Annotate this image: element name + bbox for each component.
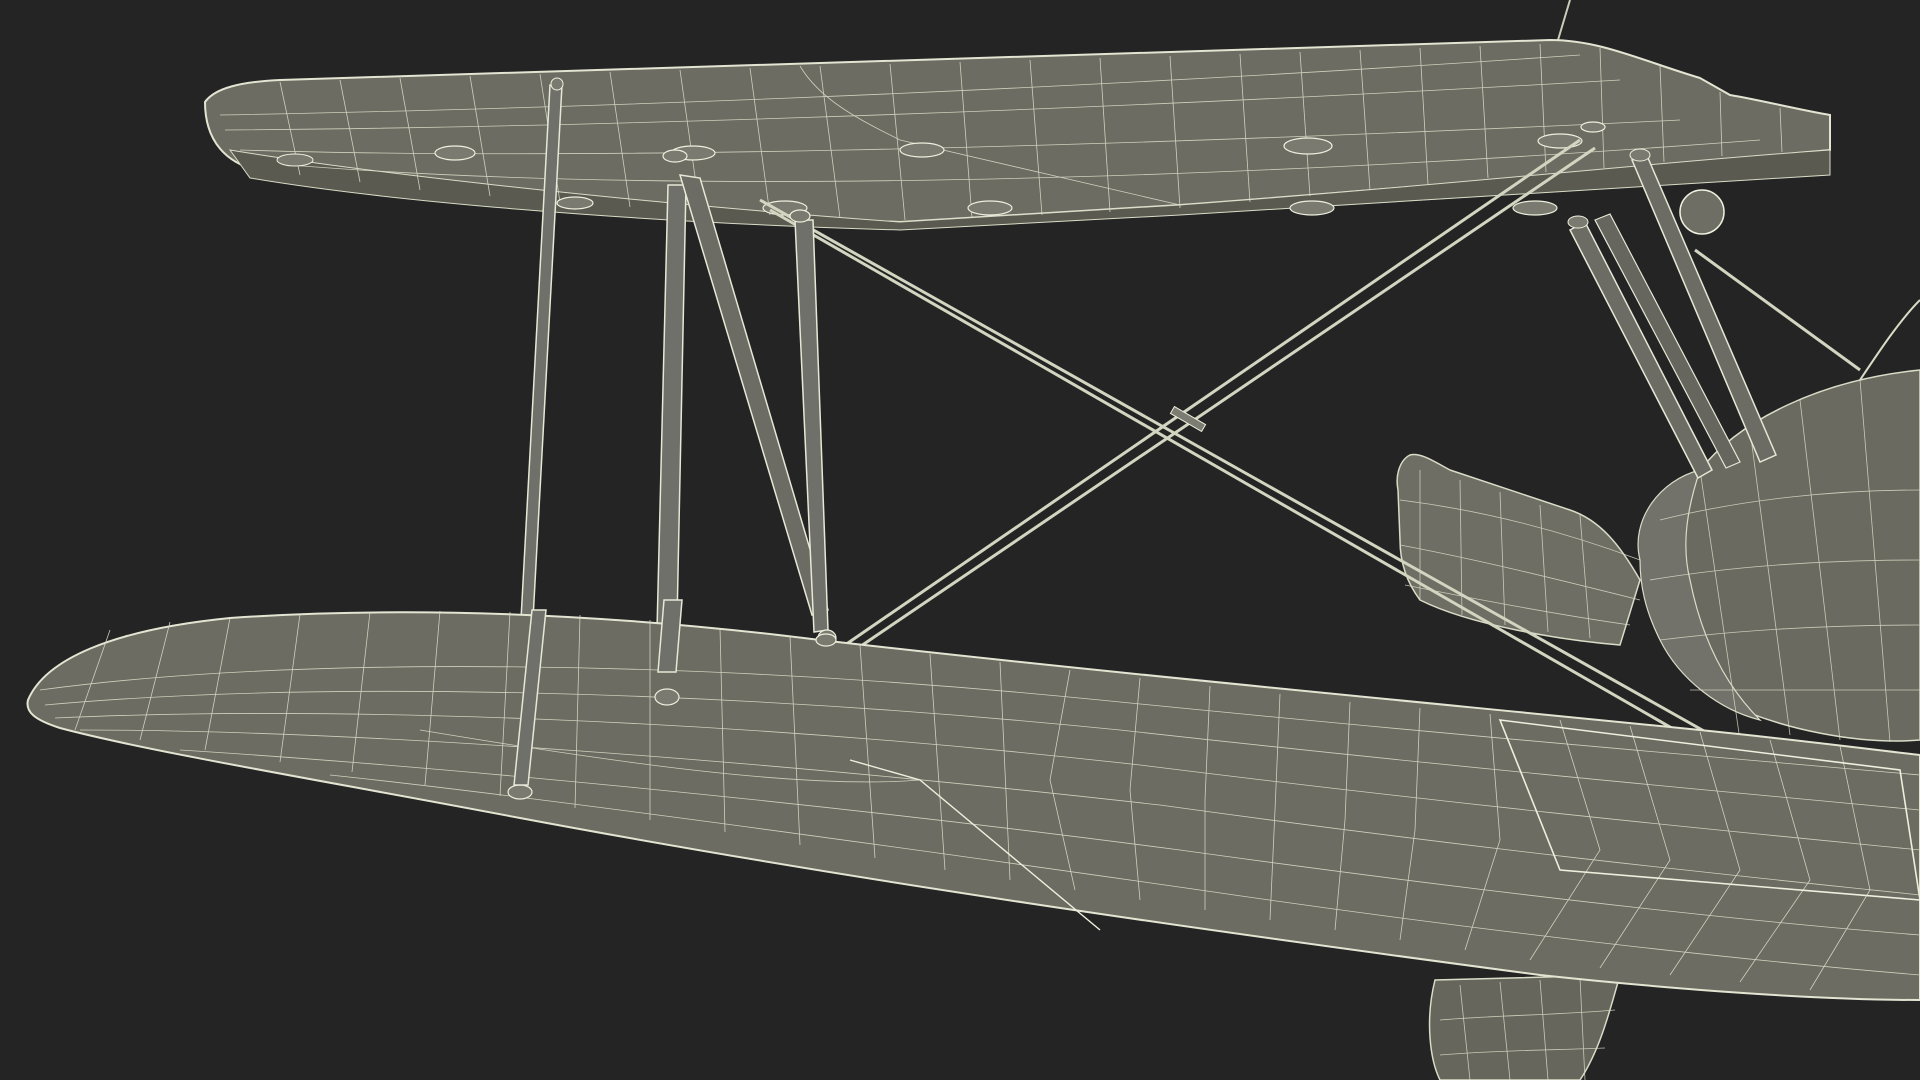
wing-fitting <box>1580 121 1606 133</box>
wing-fitting <box>507 784 533 800</box>
wing-fitting <box>815 633 837 647</box>
wing-fitting <box>654 688 680 706</box>
wingtip-light <box>276 153 314 167</box>
wing-fitting <box>899 142 945 158</box>
wing-fitting <box>1512 200 1558 216</box>
wing-fitting <box>434 145 476 161</box>
round-fitting <box>1679 189 1725 235</box>
cabane-fitting <box>1567 215 1589 229</box>
wing-fitting <box>1289 200 1335 216</box>
strut-top-fitting <box>789 209 811 223</box>
biplane-render <box>0 0 1920 1080</box>
wing-fitting <box>556 196 594 210</box>
wing-fitting <box>1537 133 1583 149</box>
strut-top-fitting <box>662 149 688 163</box>
wing-fitting <box>967 200 1013 216</box>
cabane-fitting <box>1629 148 1651 162</box>
viewport <box>0 0 1920 1080</box>
strut-fitting <box>550 77 564 91</box>
wing-fitting <box>1283 137 1333 155</box>
